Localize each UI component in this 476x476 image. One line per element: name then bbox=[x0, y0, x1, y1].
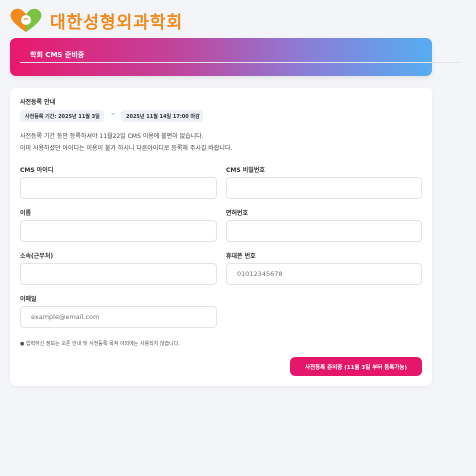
email-label: 이메일 bbox=[20, 296, 37, 303]
cms-id-input[interactable] bbox=[20, 177, 217, 199]
period-start-badge: 사전등록 기간: 2025년 11월 3일 bbox=[20, 110, 104, 122]
brand-logo[interactable]: 대한성형외과학회 bbox=[8, 6, 183, 34]
period-separator: ~ bbox=[111, 112, 116, 118]
email-input[interactable] bbox=[20, 306, 217, 328]
affiliation-input[interactable] bbox=[20, 263, 217, 285]
license-label: 면허번호 bbox=[226, 210, 249, 217]
privacy-footnote: ● 입력하신 정보는 오픈 안내 및 사전등록 목적 이외에는 사용되지 않습니… bbox=[20, 341, 180, 347]
page-title: 학회 CMS 준비중 bbox=[30, 51, 85, 59]
notice-text-2: 이미 사용하셨던 아이디는 이용이 불가 하시니 다른아이디로 등록해 주시길 … bbox=[20, 145, 233, 152]
cms-password-label: CMS 비밀번호 bbox=[226, 167, 265, 174]
phone-input[interactable] bbox=[226, 263, 422, 285]
page-banner: 학회 CMS 준비중 bbox=[10, 38, 432, 76]
notice-text-1: 사전등록 기간 동안 등록하셔야 11월22일 CMS 이용에 불편이 없습니다… bbox=[20, 133, 204, 140]
cms-password-input[interactable] bbox=[226, 177, 422, 199]
license-number-input[interactable] bbox=[226, 220, 422, 242]
notice-title: 사전등록 안내 bbox=[20, 99, 56, 106]
submit-button[interactable]: 사전등록 준비중 (11월 3일 부터 등록가능) bbox=[290, 357, 422, 376]
period-end-badge: 2025년 11월 14일 17:00 마감 bbox=[121, 110, 203, 122]
brand-name: 대한성형외과학회 bbox=[50, 12, 184, 33]
name-input[interactable] bbox=[20, 220, 217, 242]
affiliation-label: 소속(근무처) bbox=[20, 253, 54, 260]
name-label: 이름 bbox=[20, 210, 32, 217]
heart-logo-icon bbox=[8, 7, 44, 33]
banner-divider bbox=[20, 62, 460, 63]
phone-label: 휴대폰 번호 bbox=[226, 253, 256, 260]
cms-id-label: CMS 아이디 bbox=[20, 167, 54, 174]
